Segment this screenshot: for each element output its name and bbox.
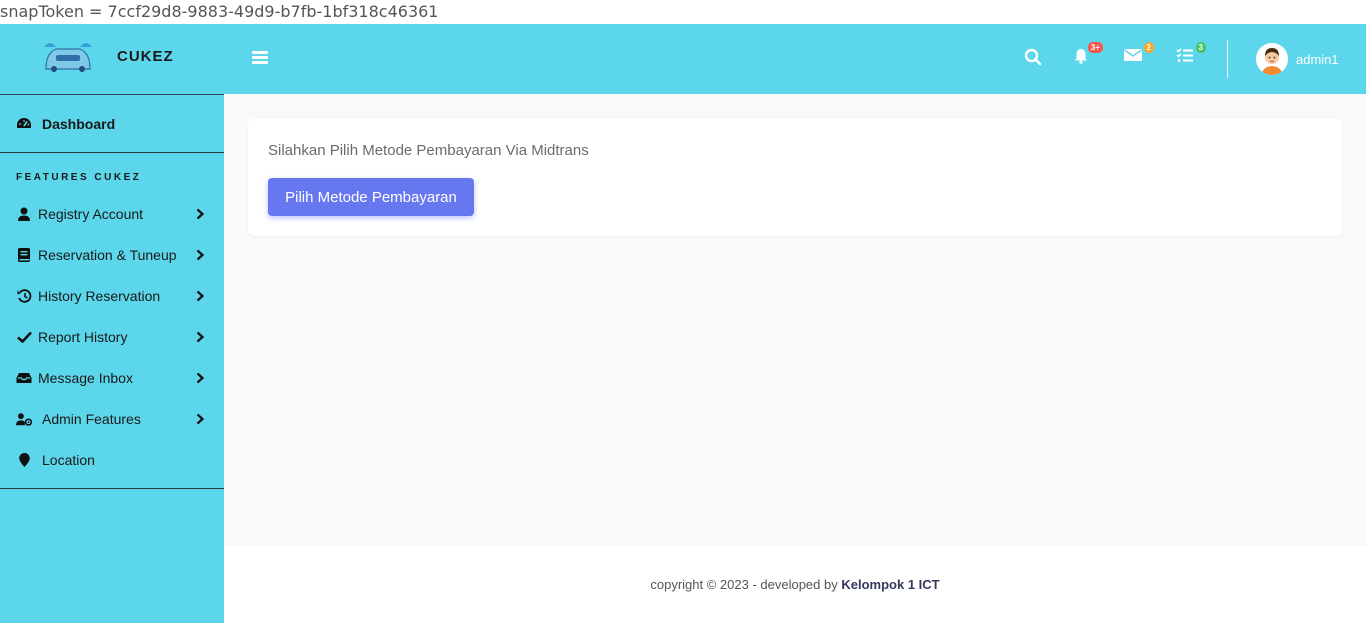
check-icon <box>16 329 32 345</box>
snap-token-text: snapToken = 7ccf29d8-9883-49d9-b7fb-1bf3… <box>0 2 439 21</box>
chevron-right-icon <box>196 372 205 384</box>
sidebar-item-admin-features[interactable]: Admin Features <box>0 400 224 438</box>
car-logo-icon <box>44 43 92 72</box>
chevron-right-icon <box>196 290 205 302</box>
avatar[interactable] <box>1256 43 1288 75</box>
notification-badge: 3+ <box>1087 42 1103 53</box>
chevron-right-icon <box>196 331 205 343</box>
sidebar-item-label: Admin Features <box>42 411 141 427</box>
sidebar-divider <box>0 152 224 153</box>
brand[interactable]: CUKEZ <box>0 24 224 94</box>
chevron-right-icon <box>196 208 205 220</box>
sidebar-item-label: Dashboard <box>42 116 116 132</box>
bell-icon[interactable]: 3+ <box>1073 42 1103 70</box>
choose-payment-method-button[interactable]: Pilih Metode Pembayaran <box>268 178 474 216</box>
sidebar-item-dashboard[interactable]: Dashboard <box>0 105 224 143</box>
top-navbar: CUKEZ 3+ 2 3 admin1 <box>0 24 1366 94</box>
sidebar-item-report-history[interactable]: Report History <box>0 318 224 356</box>
menu-toggle-icon[interactable] <box>252 51 268 65</box>
book-icon <box>16 247 32 263</box>
sidebar-item-reservation-tuneup[interactable]: Reservation & Tuneup <box>0 236 224 274</box>
sidebar-section-heading: FEATURES CUKEZ <box>16 172 142 183</box>
envelope-icon[interactable]: 2 <box>1124 42 1154 70</box>
brand-name: CUKEZ <box>117 48 174 65</box>
footer: copyright © 2023 - developed by Kelompok… <box>224 546 1366 623</box>
dashboard-icon <box>16 116 32 132</box>
sidebar-item-label: Report History <box>38 329 128 345</box>
user-cog-icon <box>16 411 32 427</box>
chevron-right-icon <box>196 413 205 425</box>
search-icon[interactable] <box>1024 48 1046 70</box>
tasks-badge: 3 <box>1195 42 1206 53</box>
main-content: Silahkan Pilih Metode Pembayaran Via Mid… <box>224 94 1366 546</box>
tasks-icon[interactable]: 3 <box>1176 42 1206 70</box>
user-name[interactable]: admin1 <box>1296 52 1339 67</box>
message-badge: 2 <box>1143 42 1154 53</box>
payment-card: Silahkan Pilih Metode Pembayaran Via Mid… <box>248 118 1342 236</box>
sidebar-item-label: History Reservation <box>38 288 161 304</box>
sidebar: Dashboard FEATURES CUKEZ Registry Accoun… <box>0 94 224 623</box>
sidebar-item-label: Location <box>42 452 95 468</box>
footer-author-link[interactable]: Kelompok 1 ICT <box>841 577 939 592</box>
sidebar-item-registry-account[interactable]: Registry Account <box>0 195 224 233</box>
footer-copyright-text: copyright © 2023 - developed by <box>650 577 842 592</box>
chevron-right-icon <box>196 249 205 261</box>
sidebar-item-location[interactable]: Location <box>0 441 224 479</box>
location-pin-icon <box>16 452 32 468</box>
sidebar-divider <box>0 488 224 489</box>
sidebar-item-label: Registry Account <box>38 206 144 222</box>
user-icon <box>16 206 32 222</box>
payment-instruction: Silahkan Pilih Metode Pembayaran Via Mid… <box>268 142 589 159</box>
sidebar-item-label: Reservation & Tuneup <box>38 247 177 263</box>
sidebar-item-history-reservation[interactable]: History Reservation <box>0 277 224 315</box>
history-icon <box>16 288 32 304</box>
sidebar-item-label: Message Inbox <box>38 370 133 386</box>
inbox-icon <box>16 370 32 386</box>
navbar-divider <box>1227 40 1228 78</box>
sidebar-item-message-inbox[interactable]: Message Inbox <box>0 359 224 397</box>
footer-copyright: copyright © 2023 - developed by Kelompok… <box>224 577 1366 592</box>
sidebar-top-divider <box>0 94 224 95</box>
